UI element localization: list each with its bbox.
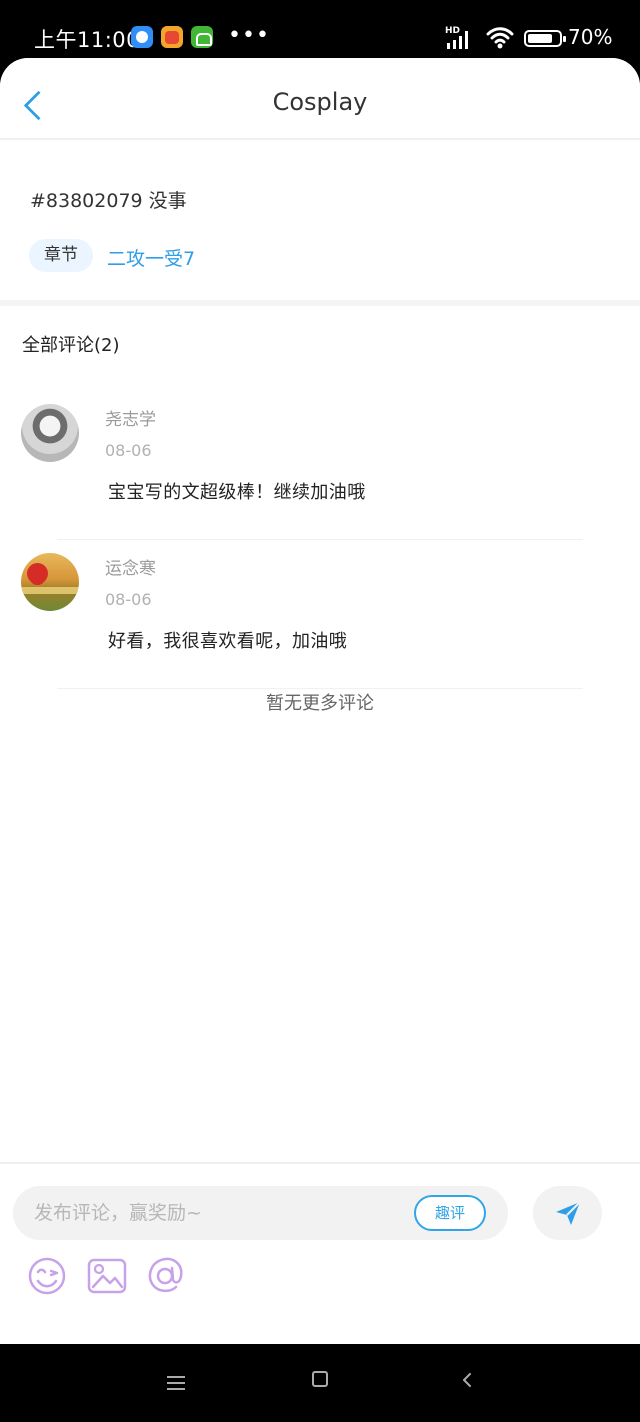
avatar[interactable] bbox=[21, 553, 79, 611]
more-notifications: ••• bbox=[228, 23, 270, 48]
comment-date: 08-06 bbox=[105, 590, 152, 609]
post-title: #83802079 没事 bbox=[30, 190, 187, 212]
system-navigation-bar bbox=[0, 1344, 640, 1422]
system-back-icon[interactable] bbox=[460, 1373, 474, 1387]
status-bar: 上午11:00 ••• HD 70% bbox=[0, 0, 640, 58]
wifi-icon bbox=[486, 27, 514, 49]
comment-divider bbox=[57, 539, 583, 540]
smiley-icon[interactable] bbox=[26, 1256, 68, 1296]
status-icons: HD 70% bbox=[440, 25, 613, 50]
battery-percent: 70% bbox=[568, 25, 613, 49]
menu-icon[interactable] bbox=[166, 1374, 186, 1392]
comment-composer: 趣评 bbox=[0, 1162, 640, 1344]
status-time: 上午11:00 bbox=[34, 28, 141, 52]
comments-count-title: 全部评论(2) bbox=[22, 335, 120, 356]
quick-review-button[interactable]: 趣评 bbox=[414, 1195, 486, 1231]
image-icon[interactable] bbox=[86, 1256, 128, 1296]
game-notification-icon bbox=[161, 26, 183, 48]
section-divider bbox=[0, 300, 640, 306]
comment-date: 08-06 bbox=[105, 441, 152, 460]
comment-text: 宝宝写的文超级棒！继续加油哦 bbox=[108, 482, 366, 503]
cellular-signal-icon bbox=[447, 31, 468, 49]
send-button[interactable] bbox=[533, 1186, 602, 1240]
paper-plane-icon bbox=[556, 1201, 581, 1225]
comment-page: Cosplay #83802079 没事 章节 二攻一受7 全部评论(2) 尧志… bbox=[0, 58, 640, 1344]
at-icon[interactable] bbox=[145, 1256, 187, 1296]
no-more-comments: 暂无更多评论 bbox=[266, 693, 374, 714]
page-title: Cosplay bbox=[272, 88, 368, 116]
qq-notification-icon bbox=[131, 26, 153, 48]
comment-item: 运念寒 08-06 好看，我很喜欢看呢，加油哦 bbox=[0, 549, 640, 689]
comment-username[interactable]: 运念寒 bbox=[105, 554, 156, 579]
battery-icon bbox=[524, 30, 566, 47]
post-summary: #83802079 没事 章节 二攻一受7 bbox=[0, 142, 640, 302]
comment-item: 尧志学 08-06 宝宝写的文超级棒！继续加油哦 bbox=[0, 400, 640, 540]
chapter-tag: 章节 bbox=[29, 239, 93, 272]
comment-text: 好看，我很喜欢看呢，加油哦 bbox=[108, 631, 348, 652]
android-notification-icon bbox=[191, 26, 213, 48]
comment-username[interactable]: 尧志学 bbox=[105, 405, 156, 430]
avatar[interactable] bbox=[21, 404, 79, 462]
home-square-icon[interactable] bbox=[312, 1371, 328, 1387]
page-header: Cosplay bbox=[0, 58, 640, 140]
chapter-link[interactable]: 二攻一受7 bbox=[107, 244, 195, 271]
